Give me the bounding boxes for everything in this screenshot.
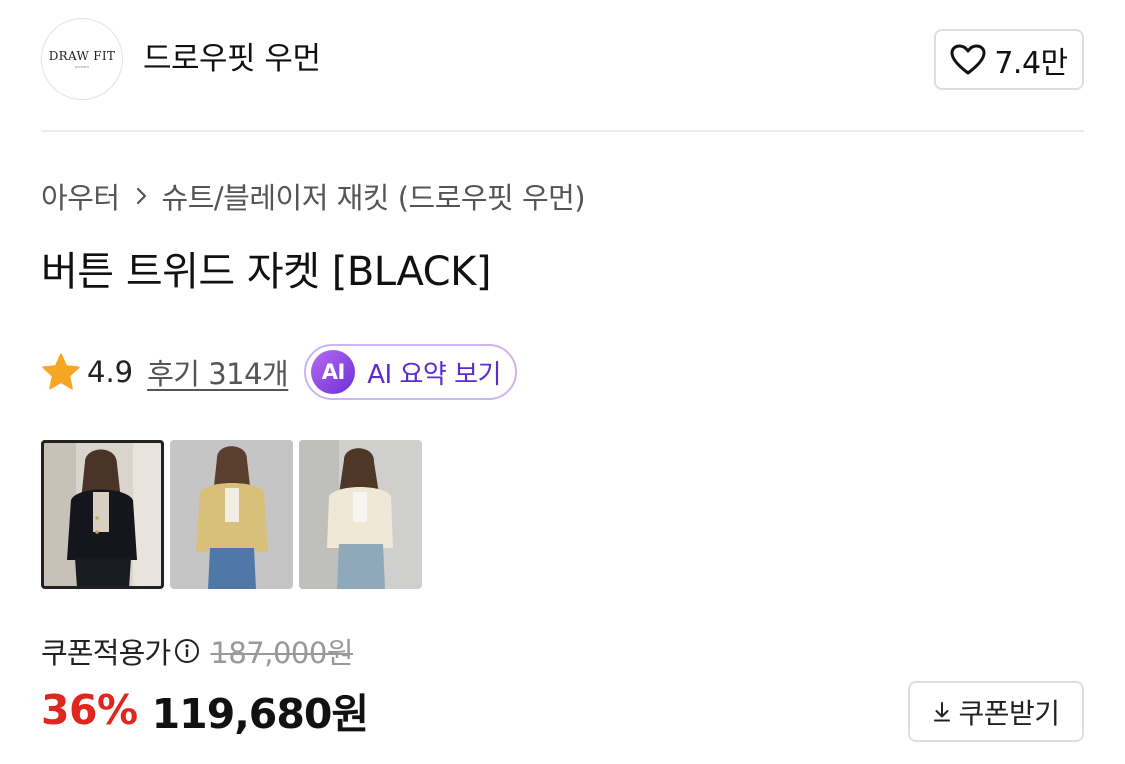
rating-value: 4.9 [87, 355, 134, 389]
original-price: 187,000원 [210, 636, 354, 670]
chevron-right-icon [134, 185, 150, 207]
ai-badge-icon: AI [311, 350, 356, 394]
thumbnail-yellow[interactable] [170, 440, 293, 589]
ai-summary-button[interactable]: AI AI 요약 보기 [304, 344, 517, 400]
sale-price-row: 36% 119,680원 [41, 682, 369, 738]
breadcrumb: 아우터 슈트/블레이저 재킷 (드로우핏 우먼) [41, 175, 586, 217]
star-icon [41, 352, 81, 392]
get-coupon-button[interactable]: 쿠폰받기 [908, 681, 1084, 742]
thumbnail-ivory[interactable] [299, 440, 422, 589]
brand-name[interactable]: 드로우핏 우먼 [143, 39, 321, 79]
brand-logo-text: DRAW FIT [48, 49, 116, 63]
thumbnail-black[interactable] [41, 440, 164, 589]
product-title: 버튼 트위드 자켓 [BLACK] [41, 249, 491, 295]
coupon-price-row: 쿠폰적용가 187,000원 [41, 631, 354, 671]
download-icon [934, 701, 951, 721]
info-icon[interactable] [174, 638, 200, 664]
brand-logo-subtext: WOMEN [74, 65, 90, 69]
like-button[interactable]: 7.4만 [934, 29, 1084, 90]
breadcrumb-item-blazer[interactable]: 슈트/블레이저 재킷 (드로우핏 우먼) [162, 175, 586, 217]
rating-row: 4.9 후기 314개 AI AI 요약 보기 [41, 344, 517, 400]
sale-price: 119,680원 [151, 690, 369, 738]
breadcrumb-item-outer[interactable]: 아우터 [41, 175, 120, 217]
brand-header: DRAW FIT WOMEN 드로우핏 우먼 7.4만 [41, 18, 1084, 102]
discount-rate: 36% [41, 686, 138, 734]
get-coupon-label: 쿠폰받기 [958, 696, 1060, 730]
header-divider [41, 130, 1084, 132]
review-count-link[interactable]: 후기 314개 [147, 351, 289, 393]
like-count: 7.4만 [994, 45, 1068, 81]
heart-icon [950, 44, 986, 74]
ai-summary-label: AI 요약 보기 [367, 359, 501, 390]
thumbnail-gallery [41, 440, 422, 589]
brand-logo[interactable]: DRAW FIT WOMEN [41, 18, 123, 100]
coupon-price-label: 쿠폰적용가 [41, 636, 171, 670]
